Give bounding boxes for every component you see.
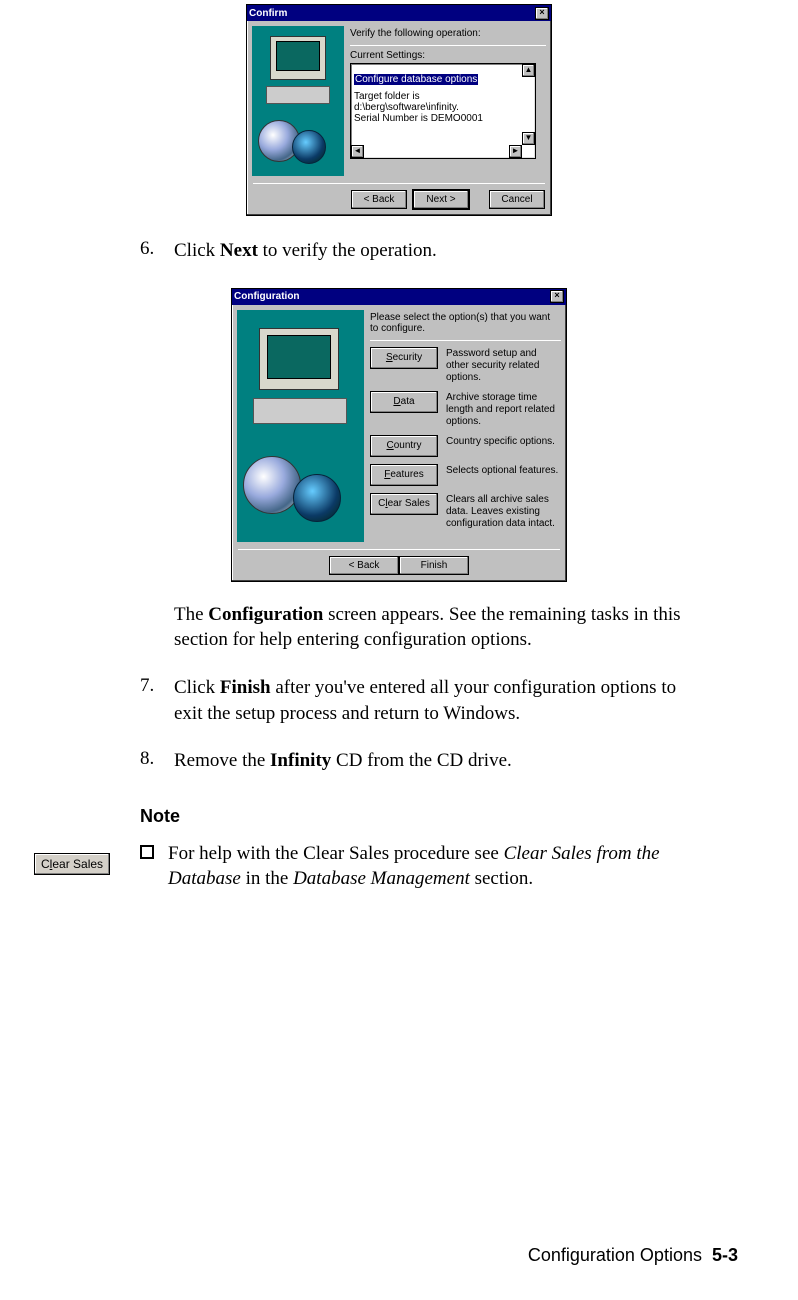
wizard-graphic bbox=[252, 26, 344, 176]
option-row: Data Archive storage time length and repo… bbox=[370, 391, 561, 428]
divider bbox=[238, 549, 560, 550]
footer-label: Configuration Options bbox=[528, 1245, 702, 1265]
step-text: Remove the Infinity CD from the CD drive… bbox=[174, 748, 708, 774]
scroll-left-icon[interactable]: ◄ bbox=[351, 145, 364, 158]
close-icon[interactable]: × bbox=[550, 290, 564, 303]
step-6: 6. Click Next to verify the operation. bbox=[140, 238, 708, 264]
option-row: Country Country specific options. bbox=[370, 435, 561, 457]
note-heading: Note bbox=[140, 806, 708, 827]
option-row: Features Selects optional features. bbox=[370, 464, 561, 486]
divider bbox=[350, 45, 546, 46]
option-button-security[interactable]: Security bbox=[370, 347, 438, 369]
option-row: Security Password setup and other securit… bbox=[370, 347, 561, 384]
note-text: For help with the Clear Sales procedure … bbox=[168, 841, 708, 892]
confirm-titlebar: Confirm × bbox=[247, 5, 551, 21]
cancel-button[interactable]: Cancel bbox=[489, 190, 545, 209]
option-button-country[interactable]: Country bbox=[370, 435, 438, 457]
option-button-data[interactable]: Data bbox=[370, 391, 438, 413]
footer-page-number: 5-3 bbox=[712, 1245, 738, 1265]
option-description: Password setup and other security relate… bbox=[446, 347, 561, 384]
clear-sales-margin-button[interactable]: Clear Sales bbox=[34, 853, 110, 875]
square-bullet-icon bbox=[140, 845, 154, 859]
next-button[interactable]: Next > bbox=[413, 190, 469, 209]
option-row: Clear Sales Clears all archive sales data… bbox=[370, 493, 561, 530]
settings-textbox[interactable]: Configure database options Target folder… bbox=[350, 63, 536, 159]
option-description: Selects optional features. bbox=[446, 464, 558, 477]
step-8: 8. Remove the Infinity CD from the CD dr… bbox=[140, 748, 708, 774]
back-button[interactable]: < Back bbox=[351, 190, 407, 209]
close-icon[interactable]: × bbox=[535, 7, 549, 20]
divider bbox=[253, 183, 545, 184]
scroll-down-icon[interactable]: ▼ bbox=[522, 132, 535, 145]
scroll-up-icon[interactable]: ▲ bbox=[522, 64, 535, 77]
configuration-title: Configuration bbox=[234, 291, 300, 302]
option-button-clear-sales[interactable]: Clear Sales bbox=[370, 493, 438, 515]
finish-button[interactable]: Finish bbox=[399, 556, 469, 575]
step-text: Click Next to verify the operation. bbox=[174, 238, 708, 264]
step-number: 8. bbox=[140, 748, 174, 774]
confirm-heading: Verify the following operation: bbox=[350, 28, 546, 39]
paragraph: The Configuration screen appears. See th… bbox=[174, 602, 708, 653]
settings-line: Serial Number is DEMO0001 bbox=[354, 113, 521, 124]
confirm-title: Confirm bbox=[249, 8, 287, 19]
configuration-heading: Please select the option(s) that you wan… bbox=[370, 312, 561, 334]
note-bullet: For help with the Clear Sales procedure … bbox=[140, 841, 708, 892]
page-footer: Configuration Options 5-3 bbox=[528, 1245, 738, 1266]
wizard-graphic bbox=[237, 310, 364, 542]
back-button[interactable]: < Back bbox=[329, 556, 399, 575]
confirm-dialog: Confirm × Verify the following operation… bbox=[246, 4, 552, 216]
settings-line-selected: Configure database options bbox=[354, 74, 478, 85]
current-settings-label: Current Settings: bbox=[350, 50, 546, 61]
step-number: 6. bbox=[140, 238, 174, 264]
option-button-features[interactable]: Features bbox=[370, 464, 438, 486]
option-description: Country specific options. bbox=[446, 435, 555, 448]
divider bbox=[370, 340, 561, 341]
step-number: 7. bbox=[140, 675, 174, 726]
configuration-dialog: Configuration × Please select the option… bbox=[231, 288, 567, 582]
settings-line: Target folder is d:\berg\software\infini… bbox=[354, 91, 521, 113]
step-text: Click Finish after you've entered all yo… bbox=[174, 675, 708, 726]
step-7: 7. Click Finish after you've entered all… bbox=[140, 675, 708, 726]
configuration-titlebar: Configuration × bbox=[232, 289, 566, 305]
option-description: Archive storage time length and report r… bbox=[446, 391, 561, 428]
scroll-right-icon[interactable]: ► bbox=[509, 145, 522, 158]
option-description: Clears all archive sales data. Leaves ex… bbox=[446, 493, 561, 530]
